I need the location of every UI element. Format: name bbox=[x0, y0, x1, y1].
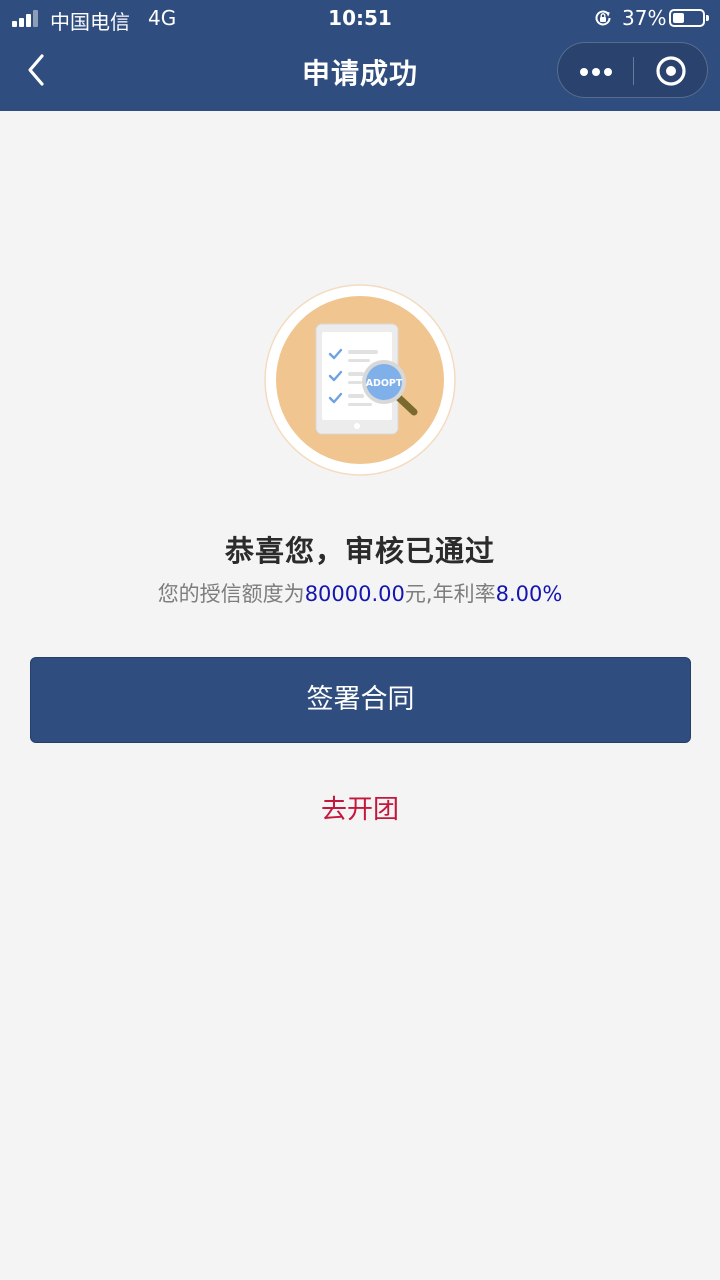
credit-prefix: 您的授信额度为 bbox=[157, 582, 305, 606]
start-group-link[interactable]: 去开团 bbox=[300, 790, 420, 830]
credit-info: 您的授信额度为80000.00元,年利率8.00% bbox=[0, 578, 720, 608]
credit-amount: 80000.00 bbox=[304, 582, 405, 606]
miniprogram-capsule bbox=[557, 42, 708, 98]
adopt-badge-text: ADOPT bbox=[366, 378, 403, 389]
approval-illustration: ADOPT bbox=[264, 284, 456, 476]
battery-percent: 37% bbox=[622, 6, 667, 30]
target-circle-icon bbox=[656, 56, 686, 86]
top-header: 中国电信 4G 10:51 37% 申请成功 bbox=[0, 0, 720, 111]
sign-contract-button[interactable]: 签署合同 bbox=[30, 657, 691, 743]
more-button[interactable] bbox=[558, 43, 633, 99]
status-bar: 中国电信 4G 10:51 37% bbox=[0, 0, 720, 38]
rotation-lock-icon bbox=[595, 10, 611, 26]
credit-unit: 元,年利率 bbox=[404, 582, 496, 606]
battery-icon bbox=[669, 9, 709, 27]
interest-rate: 8.00% bbox=[495, 582, 563, 606]
approval-headline: 恭喜您，审核已通过 bbox=[224, 534, 495, 568]
close-miniprogram-button[interactable] bbox=[634, 43, 709, 99]
